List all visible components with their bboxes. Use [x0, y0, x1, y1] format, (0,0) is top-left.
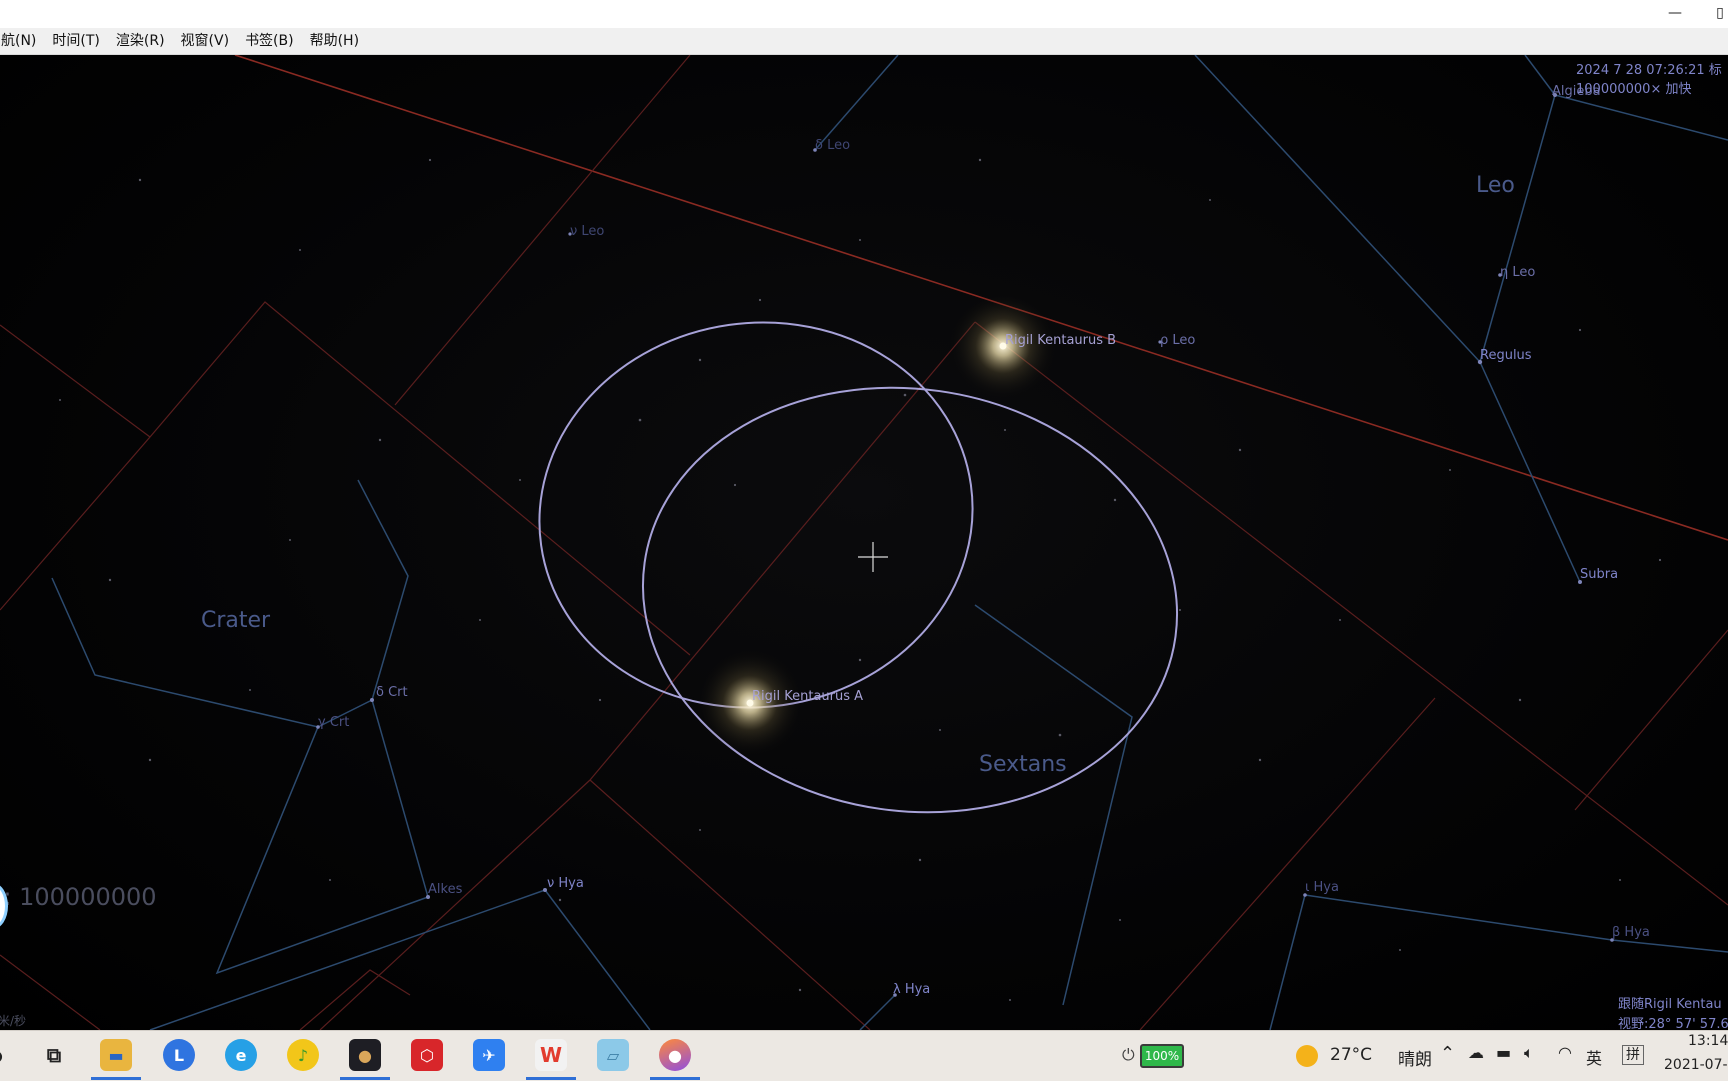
window-title-bar: — ▯: [0, 0, 1728, 28]
battery-tray-icon[interactable]: ▬: [1496, 1043, 1511, 1062]
show-hidden-icons-chevron-up-icon[interactable]: ⌃: [1440, 1043, 1455, 1064]
menu-bar: 航(N) 时间(T) 渲染(R) 视窗(V) 书签(B) 帮助(H): [0, 28, 1728, 55]
hud-field-of-view: 视野:28° 57' 57.6: [1618, 1017, 1728, 1030]
star-label-delta-crt: δ Crt: [376, 685, 408, 700]
star-label-beta-hya: β Hya: [1612, 925, 1650, 940]
hud-time-rate: 100000000× 加快: [1576, 82, 1692, 97]
start-button-icon[interactable]: ●: [0, 1039, 6, 1071]
orbit-paths: [538, 321, 1179, 814]
cloud-icon[interactable]: ☁: [1468, 1043, 1484, 1062]
celestia-app-icon[interactable]: ●: [349, 1039, 381, 1071]
feishu-app-icon[interactable]: ✈: [473, 1039, 505, 1071]
task-view-icon[interactable]: ⧉: [38, 1039, 70, 1071]
star-label-nu-leo: ν Leo: [570, 224, 605, 239]
wps-app-icon[interactable]: W: [535, 1039, 567, 1071]
notes-app-icon[interactable]: ▱: [597, 1039, 629, 1071]
menu-time[interactable]: 时间(T): [44, 28, 107, 54]
l-app-icon[interactable]: L: [163, 1039, 195, 1071]
hud-datetime: 2024 7 28 07:26:21 标: [1576, 63, 1722, 78]
star-label-rigil-kentaurus-a: Rigil Kentaurus A: [752, 689, 864, 704]
star-label-nu-hya: ν Hya: [547, 876, 584, 891]
music-app-icon[interactable]: ♪: [287, 1039, 319, 1071]
star-label-rigil-kentaurus-b: Rigil Kentaurus B: [1005, 333, 1117, 348]
clock-time[interactable]: 13:14: [1688, 1033, 1728, 1049]
weather-description[interactable]: 晴朗: [1398, 1045, 1432, 1070]
sunny-weather-icon: [1296, 1045, 1318, 1067]
star-label-iota-hya: ι Hya: [1305, 880, 1339, 895]
constellation-label-leo: Leo: [1476, 173, 1515, 198]
minimize-button[interactable]: —: [1655, 0, 1695, 28]
menu-render[interactable]: 渲染(R): [108, 28, 173, 54]
menu-help[interactable]: 帮助(H): [302, 28, 367, 54]
maximize-button[interactable]: ▯: [1712, 0, 1728, 28]
hud-speed-value: t: 100000000: [0, 883, 157, 911]
file-explorer-icon[interactable]: ▬: [100, 1039, 132, 1071]
red-app-icon[interactable]: ⬡: [411, 1039, 443, 1071]
sky-drawing: [0, 55, 1728, 1030]
wifi-icon[interactable]: ◠: [1558, 1043, 1572, 1062]
clock-date[interactable]: 2021-07-: [1664, 1057, 1728, 1073]
star-label-gamma-crt: γ Crt: [318, 715, 350, 730]
constellation-lines: [51, 55, 1728, 1030]
star-label-alkes: Alkes: [428, 882, 463, 897]
ime-mode[interactable]: 拼: [1622, 1045, 1644, 1065]
center-crosshair: [858, 542, 888, 572]
ime-language[interactable]: 英: [1586, 1045, 1602, 1069]
menu-view[interactable]: 视窗(V): [173, 28, 238, 54]
constellation-boundaries: [0, 55, 1728, 1030]
hud-follow-target: 跟随Rigil Kentau: [1618, 997, 1722, 1012]
star-label-regulus: Regulus: [1480, 348, 1532, 363]
volume-icon[interactable]: 🔈︎: [1524, 1043, 1534, 1063]
star-label-delta-leo: δ Leo: [815, 138, 851, 153]
star-label-subra: Subra: [1580, 567, 1619, 582]
hud-speed-unit: 米/秒: [0, 1014, 27, 1028]
star-label-lambda-hya: λ Hya: [893, 982, 931, 997]
star-label-eta-leo: η Leo: [1500, 265, 1536, 280]
menu-navigation[interactable]: 航(N): [0, 28, 44, 54]
battery-indicator[interactable]: 100%: [1140, 1044, 1184, 1068]
taskbar: ● ⧉ ▬ L e ♪ ● ⬡ ✈ W ▱ ● ⏻ 100% 27°C 晴朗 ⌃…: [0, 1030, 1728, 1081]
background-stars: [59, 158, 1662, 1001]
browser-icon[interactable]: e: [225, 1039, 257, 1071]
power-plug-icon: ⏻: [1122, 1045, 1135, 1064]
weather-temperature[interactable]: 27°C: [1330, 1045, 1372, 1065]
drop-app-icon[interactable]: ●: [659, 1039, 691, 1071]
sky-viewport[interactable]: Leo Crater Sextans Rigil Kentaurus B Rig…: [0, 55, 1728, 1030]
constellation-label-sextans: Sextans: [979, 752, 1067, 777]
constellation-label-crater: Crater: [201, 608, 271, 633]
battery-percent: 100%: [1144, 1049, 1180, 1063]
star-label-rho-leo: ρ Leo: [1160, 333, 1196, 348]
menu-bookmarks[interactable]: 书签(B): [237, 28, 302, 54]
